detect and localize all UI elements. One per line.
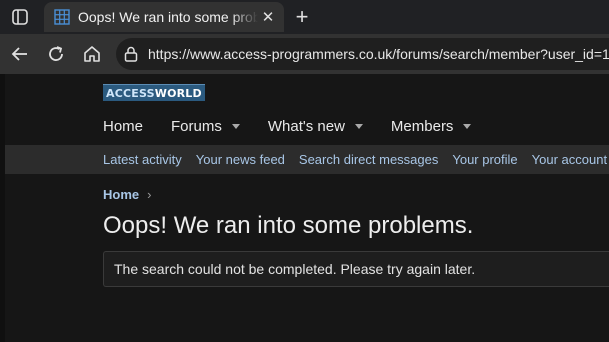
nav-item-label: What's new bbox=[267, 117, 345, 135]
breadcrumb: Home › bbox=[103, 185, 151, 203]
subnav-latest-activity[interactable]: Latest activity bbox=[103, 152, 182, 167]
tab-title: Oops! We ran into some problems. bbox=[78, 9, 258, 25]
logo-text-world: WORLD bbox=[154, 86, 202, 100]
new-tab-icon[interactable]: + bbox=[290, 5, 314, 29]
caret-down-icon[interactable] bbox=[231, 123, 240, 129]
error-message-text: The search could not be completed. Pleas… bbox=[114, 261, 476, 277]
nav-item-label: Home bbox=[103, 117, 144, 135]
subnav-search-direct-messages[interactable]: Search direct messages bbox=[299, 152, 438, 167]
back-arrow-icon[interactable] bbox=[8, 42, 32, 66]
sub-nav-list: Latest activity Your news feed Search di… bbox=[103, 145, 609, 174]
reload-icon[interactable] bbox=[44, 42, 68, 66]
tab-close-icon[interactable]: ✕ bbox=[260, 9, 276, 25]
logo-text-access: ACCESS bbox=[106, 86, 155, 100]
subnav-your-account[interactable]: Your account bbox=[532, 152, 607, 167]
url-text: https://www.access-programmers.co.uk/for… bbox=[148, 46, 609, 62]
breadcrumb-chevron-icon: › bbox=[147, 186, 152, 202]
breadcrumb-home-link[interactable]: Home bbox=[103, 187, 139, 202]
caret-down-icon[interactable] bbox=[354, 123, 363, 129]
main-nav: Home Forums What's new Members bbox=[89, 108, 485, 144]
nav-item-home[interactable]: Home bbox=[89, 108, 157, 144]
caret-down-icon[interactable] bbox=[463, 123, 472, 129]
nav-item-forums[interactable]: Forums bbox=[157, 108, 254, 144]
error-message-block: The search could not be completed. Pleas… bbox=[103, 251, 609, 287]
site-info-icon[interactable] bbox=[124, 46, 138, 62]
tab-actions-icon[interactable] bbox=[8, 6, 32, 28]
favicon-grid-icon bbox=[54, 9, 70, 25]
nav-item-label: Forums bbox=[171, 117, 222, 135]
sub-nav: Latest activity Your news feed Search di… bbox=[5, 145, 609, 174]
subnav-news-feed[interactable]: Your news feed bbox=[196, 152, 285, 167]
browser-tab-bar: Oops! We ran into some problems. ✕ + bbox=[0, 0, 609, 34]
subnav-your-profile[interactable]: Your profile bbox=[452, 152, 517, 167]
nav-item-whats-new[interactable]: What's new bbox=[254, 108, 377, 144]
browser-tab[interactable]: Oops! We ran into some problems. ✕ bbox=[44, 2, 284, 32]
nav-item-label: Members bbox=[390, 117, 454, 135]
home-icon[interactable] bbox=[80, 42, 104, 66]
site-logo[interactable]: ACCESS WORLD bbox=[103, 84, 205, 101]
nav-item-members[interactable]: Members bbox=[377, 108, 486, 144]
page-title: Oops! We ran into some problems. bbox=[103, 212, 474, 239]
address-bar[interactable]: https://www.access-programmers.co.uk/for… bbox=[116, 38, 609, 70]
